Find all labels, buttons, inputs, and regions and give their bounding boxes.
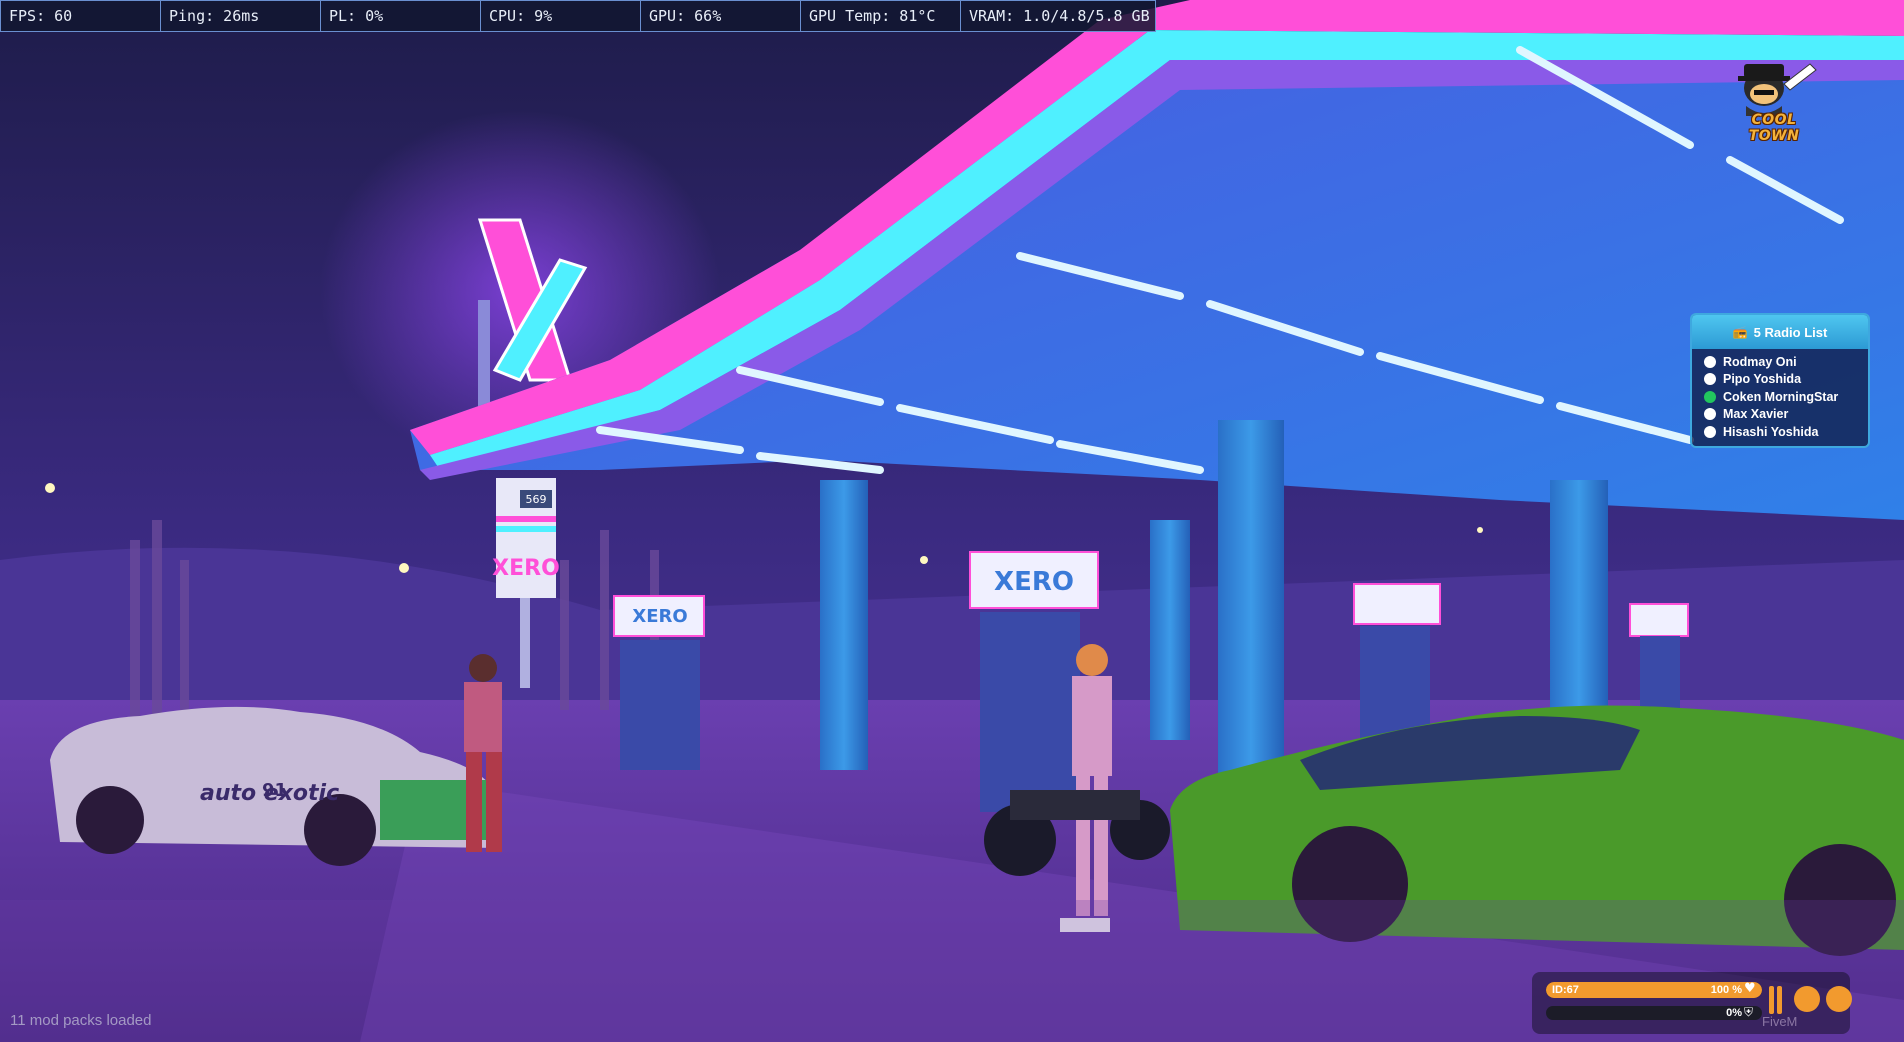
radio-list-title: 5 Radio List (1753, 324, 1828, 340)
pump-sign-text-2: XERO (994, 567, 1074, 597)
armor-percent-label: 0% (1726, 1007, 1742, 1019)
packet-loss-readout: PL: 0% (321, 1, 481, 31)
fps-readout: FPS: 60 (1, 1, 161, 31)
thirst-icon (1826, 986, 1852, 1012)
game-scene: 569 XERO XERO XERO auto exotic 91 (0, 0, 1904, 1042)
radio-member-name: Pipo Yoshida (1723, 372, 1802, 387)
status-dot-icon (1704, 408, 1716, 421)
vram-readout: VRAM: 1.0/4.8/5.8 GB (969, 7, 1150, 25)
radio-members: Rodmay Oni Pipo Yoshida Coken MorningSta… (1692, 349, 1868, 441)
radio-member: Hisashi Yoshida (1704, 423, 1868, 441)
radio-member-name: Rodmay Oni (1723, 354, 1797, 369)
mod-packs-status: 11 mod packs loaded (10, 1012, 152, 1029)
performance-overlay: FPS: 60 Ping: 26ms PL: 0% CPU: 9% GPU: 6… (0, 0, 1156, 32)
gpu-readout: GPU: 66% (641, 1, 801, 31)
radio-member: Coken MorningStar (1704, 388, 1868, 406)
radio-list-header[interactable]: 📻 5 Radio List (1692, 315, 1868, 349)
hunger-icon (1794, 986, 1820, 1012)
radio-member-name: Hisashi Yoshida (1723, 424, 1819, 439)
health-percent-label: 100 % (1710, 984, 1742, 996)
radio-icon: 📻 (1732, 325, 1748, 339)
radio-list-panel: 📻 5 Radio List Rodmay Oni Pipo Yoshida C… (1690, 313, 1870, 448)
stamina-icon (1769, 986, 1782, 1014)
player-id-label: ID:67 (1552, 984, 1579, 996)
client-label: FiveM (1762, 1014, 1798, 1029)
gpu-temp-readout: GPU Temp: 81°C (801, 1, 961, 31)
radio-member-name: Max Xavier (1723, 407, 1789, 422)
status-dot-icon (1704, 390, 1716, 403)
status-dot-icon (1704, 373, 1716, 386)
radio-member: Rodmay Oni (1704, 353, 1868, 371)
cpu-readout: CPU: 9% (481, 1, 641, 31)
pylon-brand-text: XERO (492, 556, 560, 581)
server-logo-text: COOL TOWN (1748, 112, 1800, 144)
heart-icon: ♥ (1744, 981, 1756, 996)
radio-member-name: Coken MorningStar (1723, 389, 1839, 404)
status-dot-icon (1704, 425, 1716, 438)
radio-member: Pipo Yoshida (1704, 371, 1868, 389)
shield-icon: ⛨ (1744, 1005, 1754, 1019)
radio-member: Max Xavier (1704, 406, 1868, 424)
ping-readout: Ping: 26ms (161, 1, 321, 31)
status-dot-icon (1704, 355, 1716, 368)
pump-sign-text-1: XERO (632, 606, 687, 627)
car-number-text: 91 (262, 780, 287, 801)
price-sign-text: 569 (526, 493, 547, 506)
